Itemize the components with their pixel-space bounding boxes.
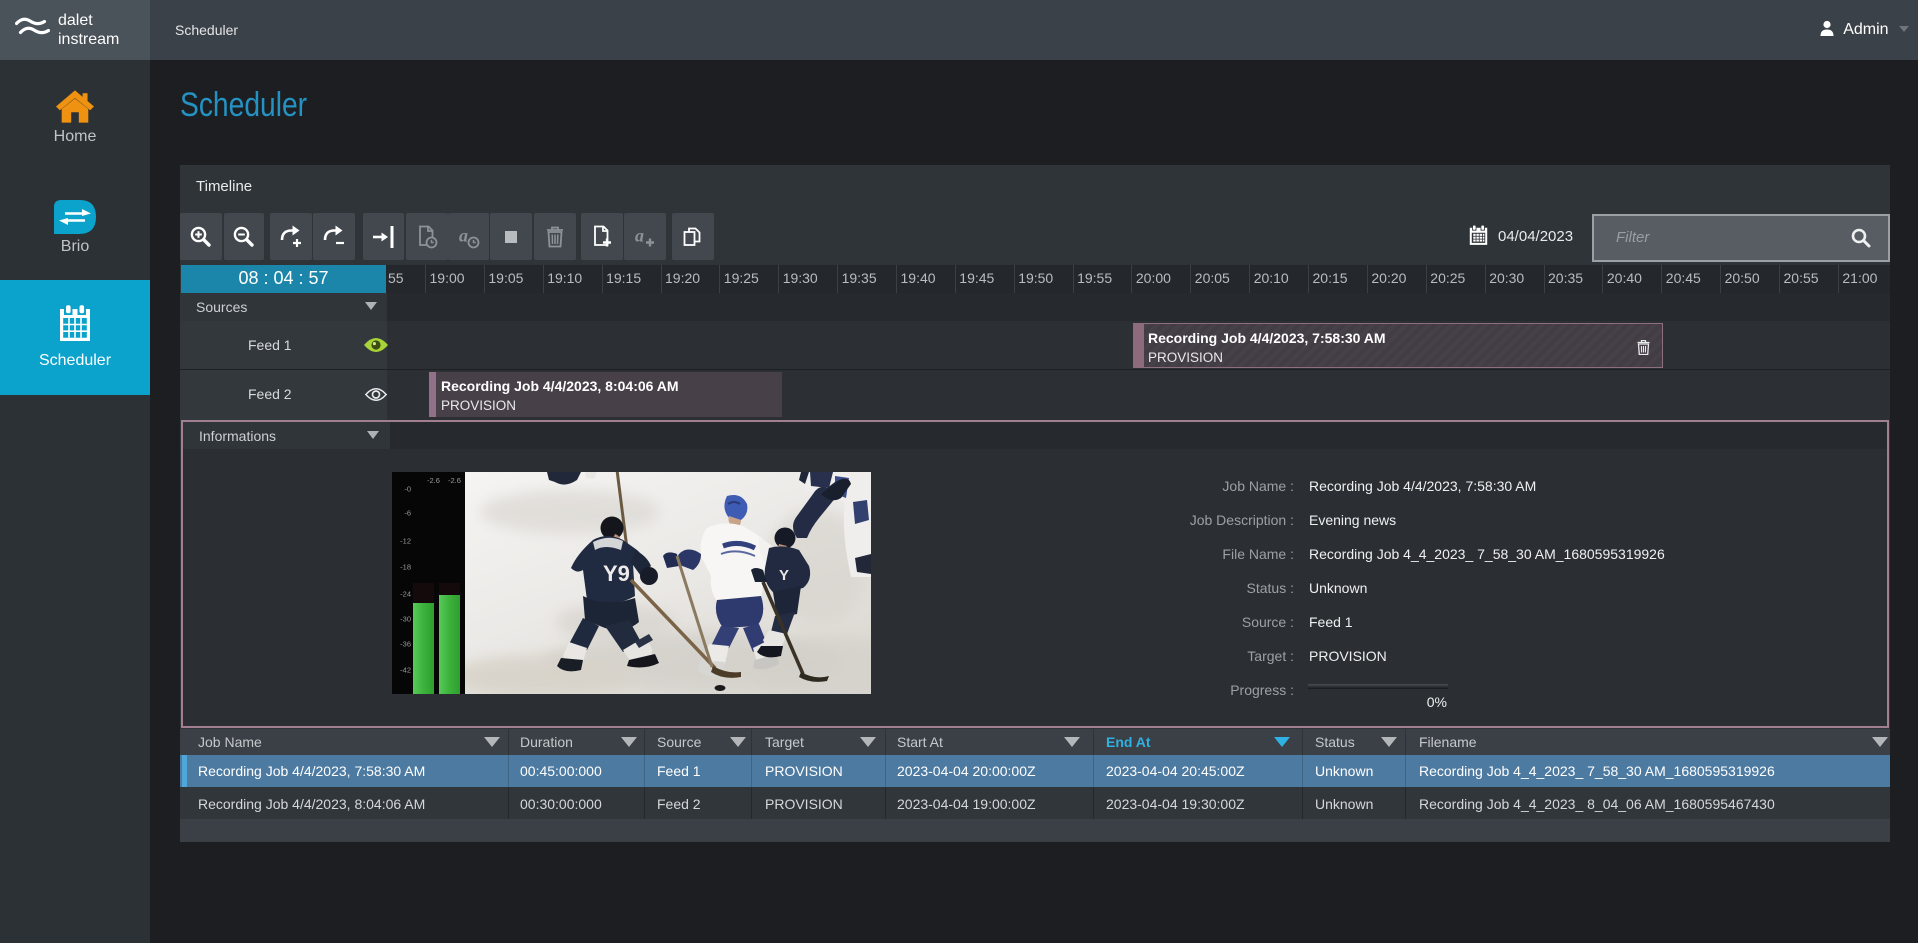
svg-text:-0: -0: [404, 485, 411, 494]
svg-text:-2.6: -2.6: [427, 476, 440, 485]
svg-text:Y9: Y9: [603, 561, 630, 586]
svg-text:-36: -36: [400, 640, 411, 649]
svg-text:-18: -18: [400, 563, 411, 572]
svg-text:a: a: [459, 225, 468, 245]
svg-text:-30: -30: [400, 615, 411, 624]
svg-text:-2.6: -2.6: [448, 476, 461, 485]
svg-text:-12: -12: [400, 537, 411, 546]
svg-text:a: a: [635, 225, 644, 245]
svg-text:-6: -6: [404, 509, 411, 518]
svg-text:-24: -24: [400, 590, 411, 599]
svg-text:-42: -42: [400, 666, 411, 675]
svg-text:Y: Y: [779, 567, 789, 584]
